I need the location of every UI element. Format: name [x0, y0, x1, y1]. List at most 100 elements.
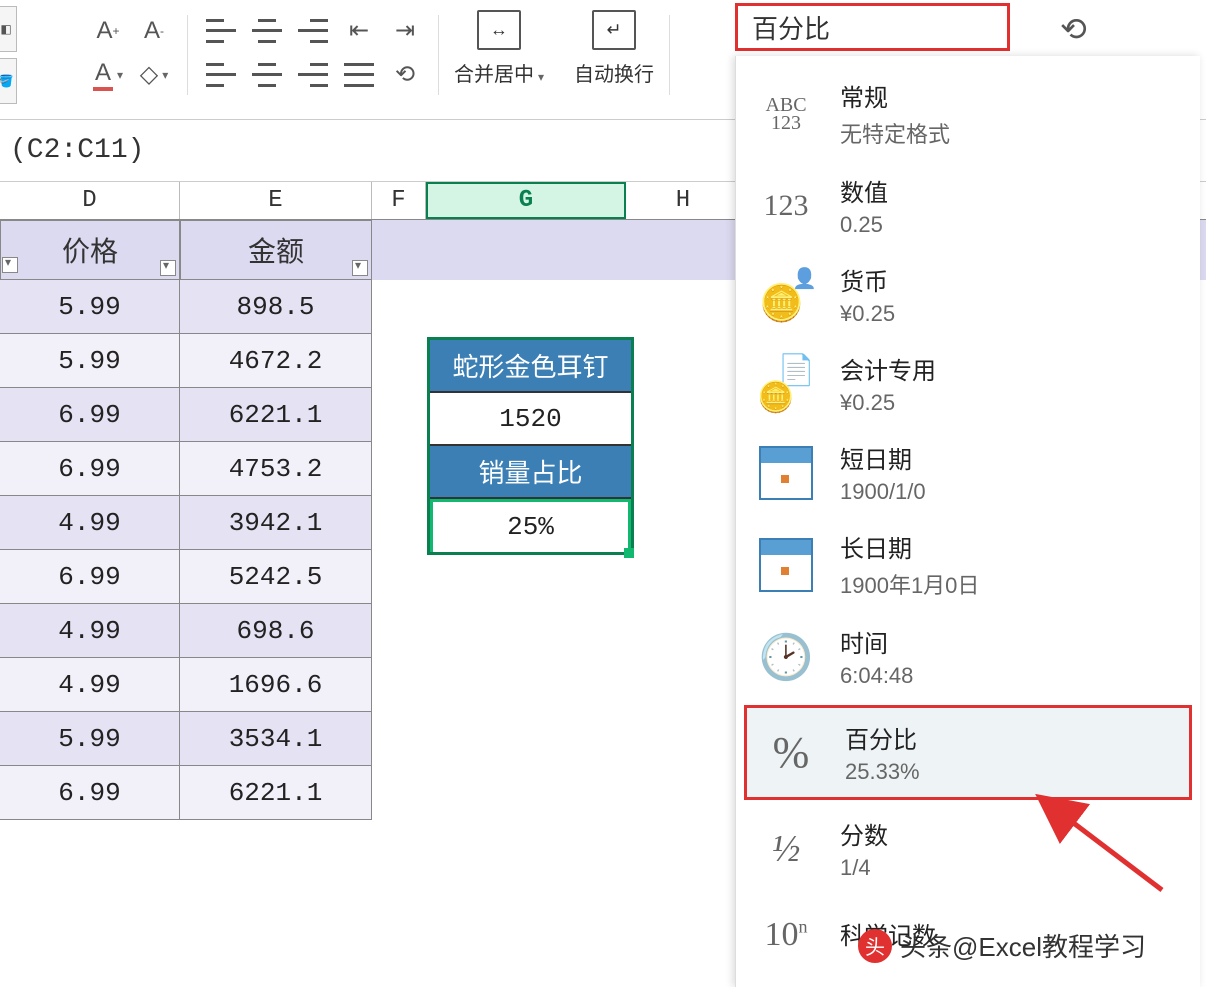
- filter-icon[interactable]: [160, 260, 176, 276]
- format-example: 6:04:48: [840, 663, 913, 689]
- font-size-group: A▾ ◇▾: [75, 5, 187, 100]
- format-painter-icon[interactable]: ◧: [0, 6, 17, 52]
- format-option-会计专用[interactable]: 会计专用 ¥0.25: [736, 339, 1200, 428]
- table-cell[interactable]: 3942.1: [180, 496, 372, 550]
- table-cell[interactable]: 1696.6: [180, 658, 372, 712]
- align-bottom-icon[interactable]: [295, 13, 331, 49]
- clock-icon: [756, 627, 816, 687]
- col-header-E[interactable]: E: [180, 182, 372, 219]
- fill-color-icon[interactable]: 🪣: [0, 58, 17, 104]
- format-example: 1900/1/0: [840, 479, 926, 505]
- format-option-货币[interactable]: 货币¥0.25: [736, 250, 1200, 339]
- format-option-数值[interactable]: 123数值0.25: [736, 161, 1200, 250]
- summary-box: 蛇形金色耳钉 1520 销量占比 25%: [427, 337, 634, 555]
- table-cell[interactable]: 3534.1: [180, 712, 372, 766]
- orientation-icon[interactable]: ⟲: [387, 57, 423, 93]
- format-title: 百分比: [845, 720, 920, 755]
- summary-value1: 1520: [430, 393, 631, 446]
- format-option-百分比[interactable]: % 百分比 25.33%: [744, 705, 1192, 800]
- format-option-常规[interactable]: ABC123 常规无特定格式: [736, 66, 1200, 161]
- percent-icon: %: [761, 723, 821, 783]
- format-title: 分数: [840, 816, 888, 851]
- abc123-icon: ABC123: [756, 84, 816, 144]
- coins-icon: [756, 265, 816, 325]
- calendar-icon: [756, 443, 816, 503]
- merge-label: 合并居中: [454, 64, 534, 86]
- table-cell[interactable]: 5.99: [0, 712, 180, 766]
- 123-icon: 123: [756, 176, 816, 236]
- font-color-button[interactable]: A▾: [90, 57, 126, 93]
- wrap-label: 自动换行: [574, 58, 654, 87]
- highlight-button[interactable]: ◇▾: [136, 57, 172, 93]
- indent-right-icon[interactable]: ⇥: [387, 13, 423, 49]
- format-title: 长日期: [840, 529, 979, 564]
- format-example: 1900年1月0日: [840, 568, 979, 600]
- col-header-D[interactable]: D: [0, 182, 180, 219]
- undo-redo-icon[interactable]: ⟲: [1060, 10, 1087, 48]
- table-cell[interactable]: 6221.1: [180, 388, 372, 442]
- number-format-selector[interactable]: 百分比: [735, 3, 1010, 51]
- merge-cells-button[interactable]: 合并居中▾: [439, 5, 559, 92]
- format-example: 无特定格式: [840, 117, 950, 149]
- filter-icon[interactable]: [352, 260, 368, 276]
- sci-icon: 10n: [756, 905, 816, 965]
- format-title: 时间: [840, 624, 913, 659]
- format-example: 1/4: [840, 855, 888, 881]
- alignment-group: ⇤ ⇥ ⟲: [188, 5, 438, 100]
- divider: [669, 15, 670, 95]
- table-header[interactable]: 价格: [0, 220, 180, 280]
- align-right-icon[interactable]: [295, 57, 331, 93]
- summary-title: 蛇形金色耳钉: [430, 340, 631, 393]
- watermark-text: 头条@Excel教程学习: [900, 927, 1146, 964]
- format-option-时间[interactable]: 时间 6:04:48: [736, 612, 1200, 701]
- format-option-短日期[interactable]: 短日期1900/1/0: [736, 428, 1200, 517]
- filter-icon[interactable]: [2, 257, 18, 273]
- watermark-icon: 头: [858, 929, 892, 963]
- table-cell[interactable]: 4.99: [0, 604, 180, 658]
- merge-cells-icon: [477, 10, 521, 50]
- table-cell[interactable]: 6.99: [0, 550, 180, 604]
- font-shrink-icon[interactable]: [136, 13, 172, 49]
- table-cell[interactable]: 4672.2: [180, 334, 372, 388]
- wrap-text-button[interactable]: 自动换行: [559, 5, 669, 92]
- col-header-F[interactable]: F: [372, 182, 426, 219]
- col-header-H[interactable]: H: [626, 182, 741, 219]
- table-cell[interactable]: 6221.1: [180, 766, 372, 820]
- table-cell[interactable]: 4.99: [0, 496, 180, 550]
- format-title: 常规: [840, 78, 950, 113]
- annotation-arrow: [1052, 810, 1172, 905]
- format-example: ¥0.25: [840, 390, 936, 416]
- format-example: 0.25: [840, 212, 888, 238]
- acct-icon: [756, 354, 816, 414]
- table-cell[interactable]: 698.6: [180, 604, 372, 658]
- table-cell[interactable]: 6.99: [0, 388, 180, 442]
- indent-left-icon[interactable]: ⇤: [341, 13, 377, 49]
- format-example: 25.33%: [845, 759, 920, 785]
- format-title: 会计专用: [840, 351, 936, 386]
- format-example: ¥0.25: [840, 301, 895, 327]
- calendar-icon: [756, 535, 816, 595]
- summary-active-cell[interactable]: 25%: [430, 499, 631, 552]
- watermark: 头 头条@Excel教程学习: [858, 927, 1146, 964]
- table-header[interactable]: 金额: [180, 220, 372, 280]
- table-cell[interactable]: 5.99: [0, 280, 180, 334]
- col-header-G[interactable]: G: [426, 182, 626, 219]
- table-cell[interactable]: 5242.5: [180, 550, 372, 604]
- table-cell[interactable]: 4753.2: [180, 442, 372, 496]
- table-cell[interactable]: 4.99: [0, 658, 180, 712]
- table-cell[interactable]: 5.99: [0, 334, 180, 388]
- wrap-text-icon: [592, 10, 636, 50]
- frac-icon: ½: [756, 819, 816, 879]
- align-top-icon[interactable]: [203, 13, 239, 49]
- table-cell[interactable]: 6.99: [0, 442, 180, 496]
- align-center-icon[interactable]: [249, 57, 285, 93]
- align-middle-icon[interactable]: [249, 13, 285, 49]
- summary-label: 销量占比: [430, 446, 631, 499]
- table-cell[interactable]: 898.5: [180, 280, 372, 334]
- align-justify-icon[interactable]: [341, 57, 377, 93]
- align-left-icon[interactable]: [203, 57, 239, 93]
- font-grow-icon[interactable]: [90, 13, 126, 49]
- format-input-value: 百分比: [752, 9, 830, 46]
- format-option-长日期[interactable]: 长日期 1900年1月0日: [736, 517, 1200, 612]
- table-cell[interactable]: 6.99: [0, 766, 180, 820]
